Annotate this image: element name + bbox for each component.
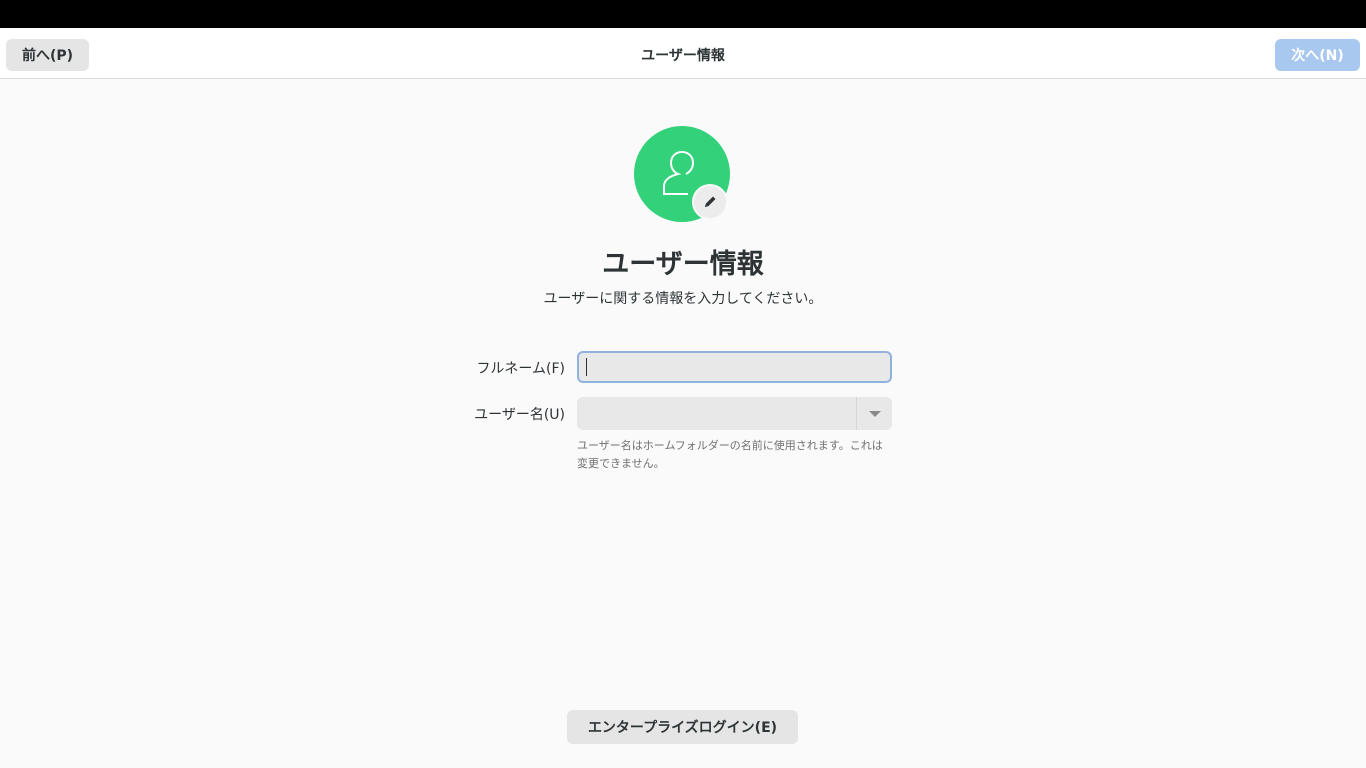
username-hint: ユーザー名はホームフォルダーの名前に使用されます。これは変更できません。 — [577, 439, 883, 470]
pencil-icon — [705, 196, 716, 207]
text-caret — [586, 358, 587, 376]
edit-avatar-button[interactable] — [692, 184, 728, 220]
enterprise-login-button[interactable]: エンタープライズログイン(E) — [567, 710, 798, 744]
fullname-label: フルネーム(F) — [476, 361, 565, 377]
page-title: ユーザー情報 — [602, 249, 764, 280]
page-subtitle: ユーザーに関する情報を入力してください。 — [543, 291, 823, 307]
username-combobox[interactable] — [577, 397, 892, 430]
header-bar: 前へ(P) ユーザー情報 次へ(N) — [0, 28, 1366, 79]
username-label: ユーザー名(U) — [474, 407, 565, 423]
fullname-input[interactable] — [577, 351, 892, 383]
username-dropdown-button[interactable] — [857, 397, 892, 430]
top-panel — [0, 0, 1366, 28]
next-button[interactable]: 次へ(N) — [1275, 39, 1360, 71]
header-title: ユーザー情報 — [641, 48, 725, 64]
chevron-down-icon — [868, 410, 881, 417]
username-input[interactable] — [577, 397, 856, 430]
